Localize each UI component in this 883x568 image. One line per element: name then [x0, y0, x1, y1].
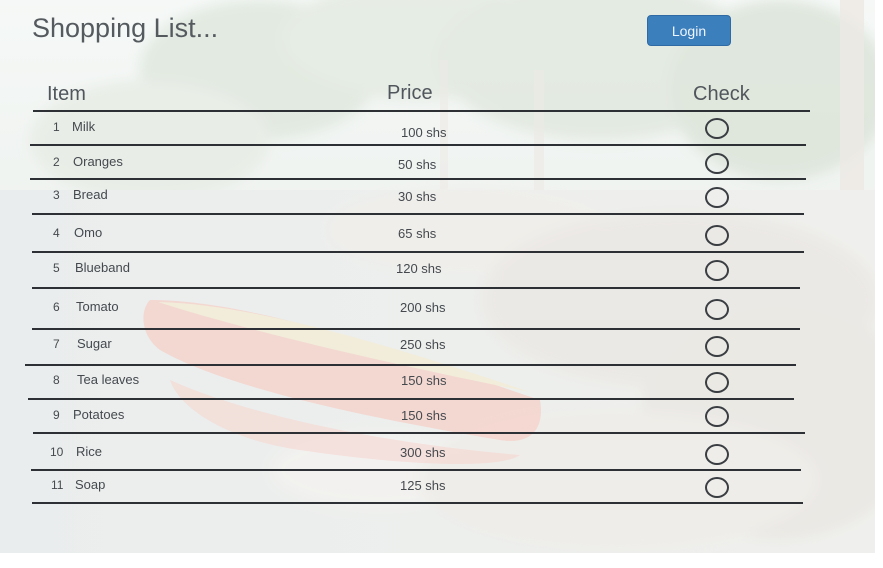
- row-number: 8: [53, 373, 60, 387]
- column-header-item: Item: [47, 83, 86, 105]
- login-button[interactable]: Login: [647, 15, 731, 46]
- row-number: 10: [50, 445, 64, 459]
- item-price: 65 shs: [398, 226, 437, 241]
- check-circle[interactable]: [705, 477, 729, 498]
- item-name: Blueband: [75, 260, 130, 275]
- row-divider: [32, 213, 804, 215]
- check-circle[interactable]: [705, 406, 729, 427]
- item-name: Soap: [75, 477, 106, 492]
- row-divider: [32, 287, 800, 289]
- item-price: 120 shs: [396, 261, 442, 276]
- item-name: Bread: [73, 187, 108, 202]
- column-header-check: Check: [693, 83, 750, 105]
- check-circle[interactable]: [705, 225, 729, 246]
- row-divider: [33, 110, 810, 112]
- item-price: 150 shs: [401, 373, 447, 388]
- check-circle[interactable]: [705, 299, 729, 320]
- row-divider: [30, 144, 806, 146]
- item-price: 125 shs: [400, 478, 446, 493]
- item-price: 150 shs: [401, 408, 447, 423]
- item-name: Omo: [74, 225, 103, 240]
- check-circle[interactable]: [705, 444, 729, 465]
- item-price: 100 shs: [401, 125, 447, 140]
- item-price: 200 shs: [400, 300, 446, 315]
- row-number: 9: [53, 408, 60, 422]
- row-divider: [32, 328, 800, 330]
- item-name: Oranges: [73, 154, 123, 169]
- item-price: 30 shs: [398, 189, 437, 204]
- item-name: Tomato: [76, 299, 119, 314]
- item-price: 250 shs: [400, 337, 446, 352]
- item-name: Sugar: [77, 336, 112, 351]
- item-name: Tea leaves: [77, 372, 140, 387]
- check-circle[interactable]: [705, 372, 729, 393]
- page-title: Shopping List...: [32, 13, 219, 43]
- row-divider: [33, 432, 805, 434]
- row-number: 2: [53, 155, 60, 169]
- column-header-price: Price: [387, 82, 433, 104]
- row-number: 7: [53, 337, 60, 351]
- item-name: Potatoes: [73, 407, 125, 422]
- item-price: 50 shs: [398, 157, 437, 172]
- row-divider: [25, 364, 796, 366]
- check-circle[interactable]: [705, 336, 729, 357]
- check-circle[interactable]: [705, 187, 729, 208]
- row-number: 5: [53, 261, 60, 275]
- row-number: 4: [53, 226, 60, 240]
- row-divider: [32, 251, 804, 253]
- row-number: 6: [53, 300, 60, 314]
- row-number: 3: [53, 188, 60, 202]
- row-divider: [32, 502, 803, 504]
- row-number: 1: [53, 120, 60, 134]
- item-name: Milk: [72, 119, 96, 134]
- row-divider: [28, 398, 794, 400]
- item-price: 300 shs: [400, 445, 446, 460]
- check-circle[interactable]: [705, 260, 729, 281]
- row-divider: [30, 178, 806, 180]
- item-name: Rice: [76, 444, 103, 459]
- check-circle[interactable]: [705, 153, 729, 174]
- row-number: 11: [51, 478, 64, 492]
- check-circle[interactable]: [705, 118, 729, 139]
- row-divider: [31, 469, 801, 471]
